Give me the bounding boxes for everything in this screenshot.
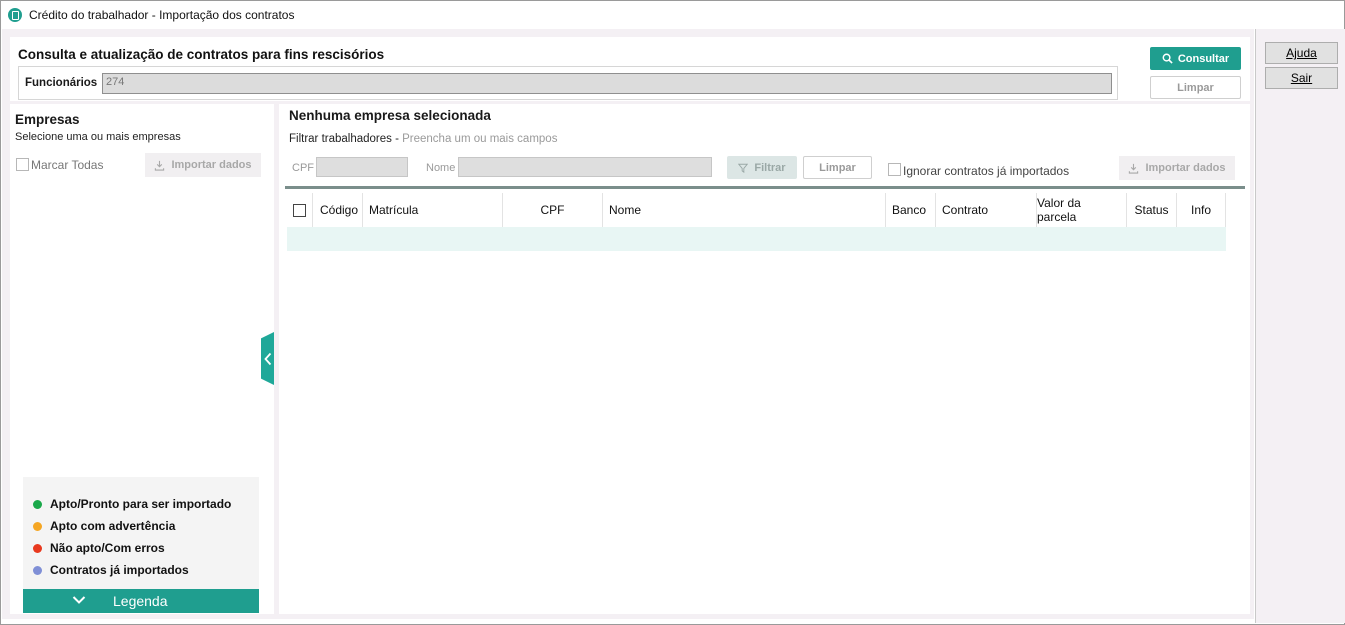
- panel-title: Nenhuma empresa selecionada: [289, 108, 491, 123]
- clear-filter-button[interactable]: Limpar: [803, 156, 872, 179]
- legend-item-label: Apto com advertência: [50, 519, 176, 533]
- column-header-info[interactable]: Info: [1177, 193, 1226, 227]
- legend-item-label: Apto/Pronto para ser importado: [50, 497, 232, 511]
- legend-toggle[interactable]: Legenda: [23, 589, 259, 613]
- column-header-cpf[interactable]: CPF: [503, 193, 603, 227]
- status-dot-green: [33, 499, 42, 509]
- select-all-checkbox[interactable]: [16, 158, 29, 171]
- legend-item-error: Não apto/Com erros: [33, 541, 165, 555]
- employees-label: Funcionários: [25, 77, 98, 89]
- legend-item-ready: Apto/Pronto para ser importado: [33, 497, 231, 511]
- column-header-installment-value[interactable]: Valor da parcela: [1037, 193, 1127, 227]
- legend-item-warning: Apto com advertência: [33, 519, 175, 533]
- title-bar: Crédito do trabalhador - Importação dos …: [1, 1, 1344, 29]
- status-dot-red: [33, 543, 42, 553]
- cpf-input[interactable]: [316, 157, 408, 177]
- name-label: Nome: [426, 162, 456, 174]
- legend-panel: Apto/Pronto para ser importado Apto com …: [23, 477, 259, 613]
- workers-import-label: Importar dados: [1145, 162, 1226, 174]
- exit-button[interactable]: Sair: [1265, 67, 1338, 89]
- companies-import-button[interactable]: Importar dados: [145, 153, 261, 177]
- column-header-contract[interactable]: Contrato: [936, 193, 1037, 227]
- filter-caption: Filtrar trabalhadores - Preencha um ou m…: [289, 133, 557, 145]
- filter-hint: Preencha um ou mais campos: [402, 133, 558, 145]
- column-header-bank[interactable]: Banco: [886, 193, 936, 227]
- consult-button-label: Consultar: [1177, 52, 1230, 65]
- workers-panel: Nenhuma empresa selecionada Filtrar trab…: [279, 104, 1250, 614]
- app-icon: [8, 8, 22, 22]
- legend-item-label: Não apto/Com erros: [50, 541, 165, 555]
- chevron-left-icon: [263, 352, 271, 365]
- clear-top-button[interactable]: Limpar: [1150, 76, 1241, 99]
- companies-panel: Empresas Selecione uma ou mais empresas …: [10, 104, 274, 614]
- employees-field[interactable]: 274: [102, 73, 1112, 94]
- section-title: Consulta e atualização de contratos para…: [18, 47, 385, 62]
- side-panel: Ajuda Sair: [1255, 29, 1345, 623]
- table-header: Código Matrícula CPF Nome Banco Contrato…: [287, 193, 1226, 227]
- legend-toggle-label: Legenda: [113, 593, 168, 609]
- client-area: Consulta e atualização de contratos para…: [2, 29, 1254, 619]
- workers-import-button[interactable]: Importar dados: [1119, 156, 1235, 180]
- column-header-name[interactable]: Nome: [603, 193, 886, 227]
- header-select-cell: [287, 193, 313, 227]
- consult-button[interactable]: Consultar: [1150, 47, 1241, 70]
- companies-title: Empresas: [15, 112, 80, 127]
- cpf-label: CPF: [292, 162, 314, 174]
- column-header-registration[interactable]: Matrícula: [363, 193, 503, 227]
- chevron-down-icon: [72, 596, 86, 604]
- ignore-imported-label: Ignorar contratos já importados: [903, 164, 1070, 178]
- select-all-label: Marcar Todas: [31, 158, 104, 172]
- employees-box: Funcionários 274: [18, 66, 1118, 100]
- companies-subtitle: Selecione uma ou mais empresas: [15, 131, 181, 143]
- column-header-status[interactable]: Status: [1127, 193, 1177, 227]
- app-window: Crédito do trabalhador - Importação dos …: [0, 0, 1345, 625]
- table-row: [287, 227, 1226, 251]
- column-header-code[interactable]: Código: [313, 193, 363, 227]
- window-title: Crédito do trabalhador - Importação dos …: [29, 8, 295, 22]
- select-all-rows-checkbox[interactable]: [293, 203, 306, 217]
- divider: [285, 186, 1245, 189]
- filter-button[interactable]: Filtrar: [727, 156, 797, 179]
- query-section: Consulta e atualização de contratos para…: [10, 37, 1250, 101]
- legend-item-label: Contratos já importados: [50, 563, 189, 577]
- name-input[interactable]: [458, 157, 712, 177]
- ignore-imported-checkbox[interactable]: [888, 163, 901, 176]
- search-icon: [1162, 53, 1173, 64]
- filter-caption-text: Filtrar trabalhadores -: [289, 133, 403, 145]
- help-button[interactable]: Ajuda: [1265, 42, 1338, 64]
- filter-button-label: Filtrar: [754, 161, 786, 174]
- collapse-panel-tab[interactable]: [261, 332, 274, 385]
- status-dot-orange: [33, 521, 42, 531]
- status-dot-blue: [33, 565, 42, 575]
- download-icon: [1129, 163, 1139, 174]
- download-icon: [155, 160, 165, 171]
- filter-icon: [738, 163, 749, 173]
- companies-import-label: Importar dados: [171, 159, 252, 171]
- legend-item-imported: Contratos já importados: [33, 563, 189, 577]
